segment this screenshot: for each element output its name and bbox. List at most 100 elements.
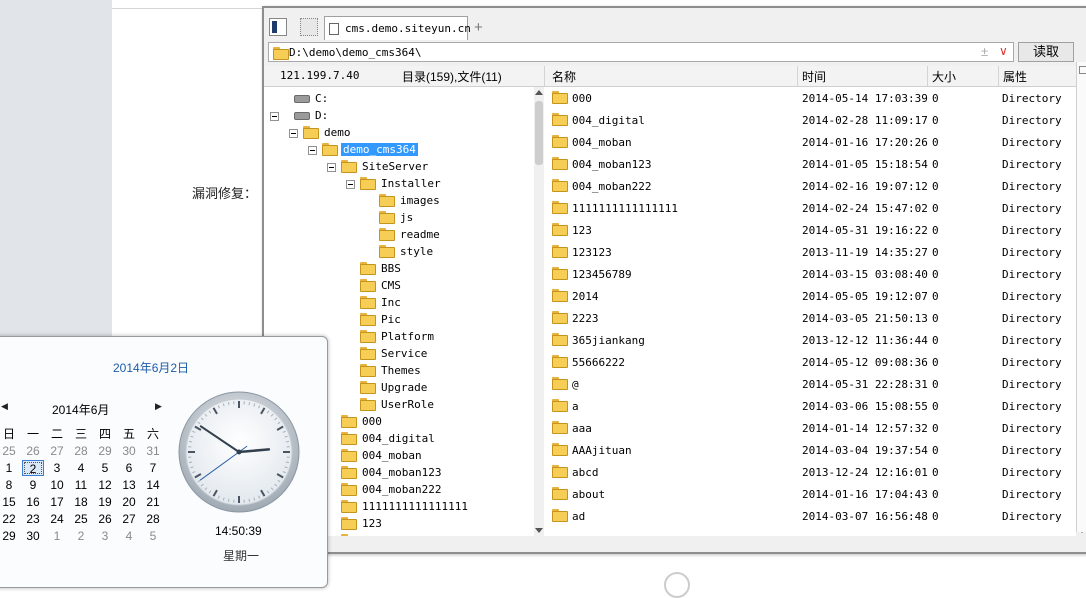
file-row[interactable]: @2014-05-31 22:28:310Directory xyxy=(544,373,1076,395)
tree-scrollbar[interactable] xyxy=(534,87,544,536)
calendar-day[interactable]: 4 xyxy=(118,528,140,544)
calendar-day[interactable]: 21 xyxy=(142,494,164,510)
file-row[interactable]: 004_moban2222014-02-16 19:07:120Director… xyxy=(544,175,1076,197)
calendar-day[interactable]: 16 xyxy=(22,494,44,510)
calendar-day[interactable]: 31 xyxy=(142,443,164,459)
calendar-day[interactable]: 8 xyxy=(0,477,20,493)
file-row[interactable]: AAAjituan2014-03-04 19:37:540Directory xyxy=(544,439,1076,461)
calendar-day[interactable]: 27 xyxy=(118,511,140,527)
calendar-day[interactable]: 19 xyxy=(94,494,116,510)
file-row[interactable]: 004_digital2014-02-28 11:09:170Directory xyxy=(544,109,1076,131)
file-row[interactable]: aaa2014-01-14 12:57:320Directory xyxy=(544,417,1076,439)
file-row[interactable]: 1234567892014-03-15 03:08:400Directory xyxy=(544,263,1076,285)
file-row[interactable]: 1231232013-11-19 14:35:270Directory xyxy=(544,241,1076,263)
file-row[interactable]: a2014-03-06 15:08:550Directory xyxy=(544,395,1076,417)
calendar-day[interactable]: 27 xyxy=(46,443,68,459)
column-header-time[interactable]: 时间 xyxy=(802,68,826,86)
server-ip: 121.199.7.40 xyxy=(280,69,359,82)
file-row[interactable]: 365jiankang2013-12-12 11:36:440Directory xyxy=(544,329,1076,351)
file-row[interactable]: 0002014-05-14 17:03:390Directory xyxy=(544,87,1076,109)
calendar-day[interactable]: 30 xyxy=(118,443,140,459)
calendar-day[interactable]: 11 xyxy=(70,477,92,493)
toggle-panel-button[interactable] xyxy=(269,18,287,36)
dropdown-arrow-icon[interactable]: ∨ xyxy=(999,44,1008,58)
add-tab-button[interactable]: + xyxy=(474,19,483,36)
column-divider[interactable] xyxy=(998,66,999,86)
plus-minus-icon[interactable]: ± xyxy=(981,44,988,59)
file-time: 2014-03-06 15:08:55 xyxy=(802,400,928,413)
calendar-day[interactable]: 29 xyxy=(94,443,116,459)
file-attr: Directory xyxy=(1002,400,1062,413)
address-input[interactable]: D:\demo\demo_cms364\ ± ∨ xyxy=(268,42,1014,62)
calendar-day[interactable]: 2 xyxy=(70,528,92,544)
calendar-day[interactable]: 3 xyxy=(94,528,116,544)
calendar-day[interactable]: 1 xyxy=(46,528,68,544)
calendar-day[interactable]: 28 xyxy=(70,443,92,459)
calendar-day[interactable]: 6 xyxy=(118,460,140,476)
collapse-icon[interactable] xyxy=(327,163,336,172)
calendar-day-today[interactable]: 2 xyxy=(22,460,44,476)
calendar-day[interactable]: 17 xyxy=(46,494,68,510)
expand-icon[interactable] xyxy=(1079,66,1086,74)
calendar-day[interactable]: 15 xyxy=(0,494,20,510)
file-time: 2014-02-28 11:09:17 xyxy=(802,114,928,127)
calendar-day[interactable]: 18 xyxy=(70,494,92,510)
file-row[interactable]: 556662222014-05-12 09:08:360Directory xyxy=(544,351,1076,373)
column-header-attr[interactable]: 属性 xyxy=(1003,68,1027,86)
calendar-day[interactable]: 22 xyxy=(0,511,20,527)
calendar-day[interactable]: 5 xyxy=(142,528,164,544)
calendar-day[interactable]: 25 xyxy=(0,443,20,459)
calendar-day[interactable]: 1 xyxy=(0,460,20,476)
calendar-day[interactable]: 20 xyxy=(118,494,140,510)
calendar-day[interactable]: 26 xyxy=(94,511,116,527)
calendar-day[interactable]: 3 xyxy=(46,460,68,476)
calendar-day[interactable]: 23 xyxy=(22,511,44,527)
tab-site[interactable]: cms.demo.siteyun.cn xyxy=(324,16,468,40)
calendar-day[interactable]: 4 xyxy=(70,460,92,476)
file-row[interactable]: about2014-01-16 17:04:430Directory xyxy=(544,483,1076,505)
file-attr: Directory xyxy=(1002,334,1062,347)
file-row[interactable]: 22232014-03-05 21:50:130Directory xyxy=(544,307,1076,329)
calendar-day[interactable]: 24 xyxy=(46,511,68,527)
calendar-day[interactable]: 13 xyxy=(118,477,140,493)
file-size: 0 xyxy=(932,180,939,193)
file-row[interactable]: 004_moban1232014-01-05 15:18:540Director… xyxy=(544,153,1076,175)
column-divider[interactable] xyxy=(797,66,798,86)
calendar-day[interactable]: 9 xyxy=(22,477,44,493)
column-header-size[interactable]: 大小 xyxy=(932,68,956,86)
calendar-day[interactable]: 28 xyxy=(142,511,164,527)
column-divider[interactable] xyxy=(927,66,928,86)
folder-icon xyxy=(379,211,395,224)
calendar-day[interactable]: 14 xyxy=(142,477,164,493)
file-row[interactable]: 11111111111111112014-02-24 15:47:020Dire… xyxy=(544,197,1076,219)
scroll-thumb[interactable] xyxy=(535,101,543,165)
prev-month-icon[interactable]: ◀ xyxy=(1,401,8,412)
column-header-name[interactable]: 名称 xyxy=(552,68,576,86)
calendar-day[interactable]: 29 xyxy=(0,528,20,544)
file-row[interactable]: abcd2013-12-24 12:16:010Directory xyxy=(544,461,1076,483)
folder-icon xyxy=(341,415,357,428)
collapse-icon[interactable] xyxy=(308,146,317,155)
calendar-day[interactable]: 12 xyxy=(94,477,116,493)
calendar-month-title[interactable]: 2014年6月 xyxy=(52,401,109,418)
collapse-icon[interactable] xyxy=(346,180,355,189)
next-month-icon[interactable]: ▶ xyxy=(155,401,162,412)
file-row[interactable]: ad2014-03-07 16:56:480Directory xyxy=(544,505,1076,527)
collapse-icon[interactable] xyxy=(289,129,298,138)
calendar-day[interactable]: 10 xyxy=(46,477,68,493)
calendar-day[interactable]: 30 xyxy=(22,528,44,544)
scroll-down-icon[interactable] xyxy=(535,528,543,533)
collapse-icon[interactable] xyxy=(270,112,279,121)
read-button[interactable]: 读取 xyxy=(1018,42,1074,62)
calendar-day[interactable]: 26 xyxy=(22,443,44,459)
file-row[interactable]: 1232014-05-31 19:16:220Directory xyxy=(544,219,1076,241)
calendar-day[interactable]: 5 xyxy=(94,460,116,476)
file-row[interactable]: 004_moban2014-01-16 17:20:260Directory xyxy=(544,131,1076,153)
new-blank-button[interactable] xyxy=(300,18,318,36)
calendar-day[interactable]: 7 xyxy=(142,460,164,476)
calendar-long-date[interactable]: 2014年6月2日 xyxy=(113,359,189,376)
scroll-up-icon[interactable] xyxy=(535,90,543,95)
calendar-day[interactable]: 25 xyxy=(70,511,92,527)
file-row[interactable]: 20142014-05-05 19:12:070Directory xyxy=(544,285,1076,307)
folder-icon xyxy=(360,364,376,377)
